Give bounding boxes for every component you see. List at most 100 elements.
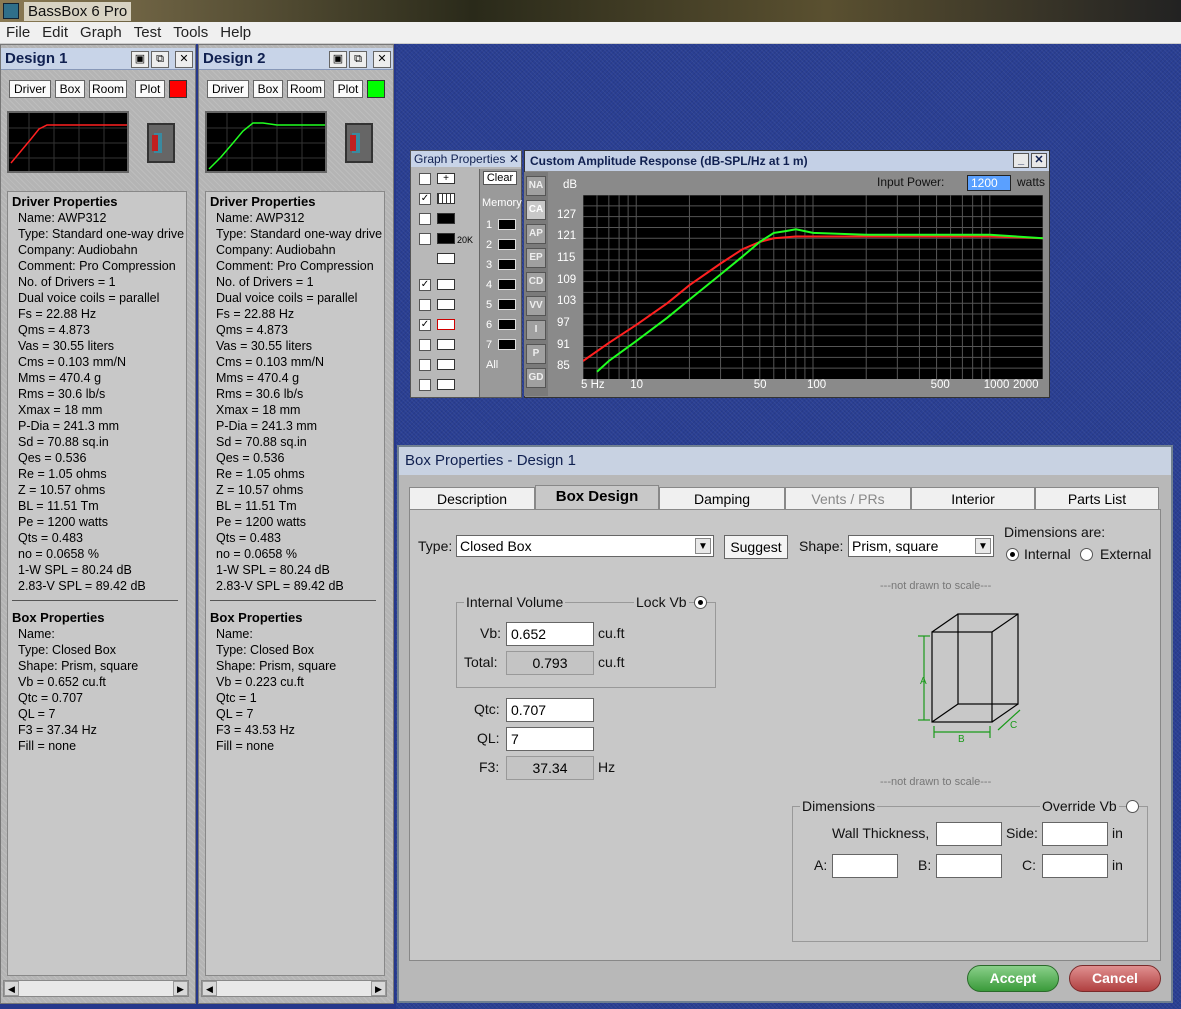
shape-label: Shape: — [799, 538, 844, 554]
crosshair-icon: + — [437, 173, 455, 184]
horizontal-scrollbar[interactable]: ◀ ▶ — [201, 980, 387, 997]
excursion-checkbox[interactable] — [419, 379, 431, 391]
accept-button[interactable]: Accept — [967, 965, 1059, 992]
cancel-button[interactable]: Cancel — [1069, 965, 1161, 992]
qtc-input[interactable]: 0.707 — [506, 698, 594, 722]
tab-description[interactable]: Description — [409, 487, 535, 509]
lock-vb-radio[interactable] — [694, 596, 707, 609]
scroll-left-icon[interactable]: ◀ — [4, 981, 19, 996]
box-tab[interactable]: Box — [253, 80, 283, 98]
impedance-checkbox[interactable] — [419, 359, 431, 371]
car-checkbox[interactable]: ✓ — [419, 319, 431, 331]
copy-icon[interactable]: ⧉ — [349, 51, 367, 68]
tab-box-design[interactable]: Box Design — [535, 485, 659, 511]
y-tick-label: 97 — [557, 316, 570, 329]
spl-checkbox[interactable]: ✓ — [419, 279, 431, 291]
crosshair-checkbox[interactable] — [419, 173, 431, 185]
total-label: Total: — [464, 654, 498, 670]
box-property: Fill = none — [18, 739, 77, 753]
save-icon[interactable]: ▣ — [131, 51, 149, 68]
box-tab[interactable]: Box — [55, 80, 85, 98]
menu-test[interactable]: Test — [128, 22, 168, 44]
minimize-icon[interactable]: _ — [1013, 153, 1029, 168]
tab-interior[interactable]: Interior — [911, 487, 1035, 509]
menu-file[interactable]: File — [0, 22, 36, 44]
close-icon[interactable]: ✕ — [175, 51, 193, 68]
menu-help[interactable]: Help — [214, 22, 257, 44]
memory-slot-4[interactable] — [498, 279, 516, 290]
dimensions-are-label: Dimensions are: — [1004, 524, 1106, 540]
ql-input[interactable]: 7 — [506, 727, 594, 751]
filter-checkbox[interactable] — [419, 339, 431, 351]
memory-all-button[interactable]: All — [486, 359, 498, 371]
plot-color-swatch[interactable] — [367, 80, 385, 98]
box-property: QL = 7 — [18, 707, 56, 721]
tab-parts-list[interactable]: Parts List — [1035, 487, 1159, 509]
input-power-field[interactable]: 1200 — [967, 175, 1011, 191]
plot-tab[interactable]: Plot — [333, 80, 363, 98]
tab-damping[interactable]: Damping — [659, 487, 785, 509]
driver-tab[interactable]: Driver — [9, 80, 51, 98]
memory-slot-7[interactable] — [498, 339, 516, 350]
external-radio[interactable] — [1080, 548, 1093, 561]
plot-tab[interactable]: Plot — [135, 80, 165, 98]
box-checkbox[interactable] — [419, 299, 431, 311]
room-tab[interactable]: Room — [89, 80, 127, 98]
override-vb-radio[interactable] — [1126, 800, 1139, 813]
menu-edit[interactable]: Edit — [36, 22, 74, 44]
room-tab[interactable]: Room — [287, 80, 325, 98]
grid-checkbox[interactable]: ✓ — [419, 193, 431, 205]
a-input[interactable] — [832, 854, 898, 878]
graph-type-ca-button[interactable]: CA — [526, 200, 546, 220]
memory-slot-6[interactable] — [498, 319, 516, 330]
scale-y-checkbox[interactable] — [419, 213, 431, 225]
shape-select[interactable]: Prism, square ▼ — [848, 535, 994, 557]
tab-strip: Description Box Design Damping Vents / P… — [409, 485, 1161, 511]
menu-graph[interactable]: Graph — [74, 22, 128, 44]
design-panel-2: Design 2 ▣ ⧉ ✕ Driver Box Room Plot Driv… — [198, 44, 394, 1004]
c-input[interactable] — [1042, 854, 1108, 878]
speaker-spl-icon — [437, 279, 455, 290]
menu-tools[interactable]: Tools — [167, 22, 214, 44]
suggest-button[interactable]: Suggest — [724, 535, 788, 559]
close-icon[interactable]: ✕ — [373, 51, 391, 68]
tab-vents-prs[interactable]: Vents / PRs — [785, 487, 911, 509]
graph-type-p-button[interactable]: P — [526, 344, 546, 364]
wall-thickness-input[interactable] — [936, 822, 1002, 846]
memory-slot-3[interactable] — [498, 259, 516, 270]
memory-slot-5[interactable] — [498, 299, 516, 310]
graph-type-ap-button[interactable]: AP — [526, 224, 546, 244]
type-value: Closed Box — [460, 538, 532, 554]
b-input[interactable] — [936, 854, 1002, 878]
scroll-left-icon[interactable]: ◀ — [202, 981, 217, 996]
close-icon[interactable]: ✕ — [509, 152, 519, 166]
f3-value: 37.34 — [506, 756, 594, 780]
box-property: Vb = 0.652 cu.ft — [18, 675, 106, 689]
memory-slot-2[interactable] — [498, 239, 516, 250]
graph-type-na-button[interactable]: NA — [526, 176, 546, 196]
plot-color-swatch[interactable] — [169, 80, 187, 98]
scroll-right-icon[interactable]: ▶ — [173, 981, 188, 996]
type-select[interactable]: Closed Box ▼ — [456, 535, 714, 557]
box-property: Shape: Prism, square — [18, 659, 139, 673]
copy-icon[interactable]: ⧉ — [151, 51, 169, 68]
design-header: Design 2 ▣ ⧉ ✕ — [199, 48, 393, 70]
side-input[interactable] — [1042, 822, 1108, 846]
scale-x-checkbox[interactable] — [419, 233, 431, 245]
input-power-unit: watts — [1017, 175, 1046, 189]
graph-type-i-button[interactable]: I — [526, 320, 546, 340]
graph-type-gd-button[interactable]: GD — [526, 368, 546, 388]
clear-button[interactable]: Clear — [483, 171, 517, 185]
close-icon[interactable]: ✕ — [1031, 153, 1047, 168]
save-icon[interactable]: ▣ — [329, 51, 347, 68]
memory-slot-1[interactable] — [498, 219, 516, 230]
vb-input[interactable]: 0.652 — [506, 622, 594, 646]
graph-type-vv-button[interactable]: VV — [526, 296, 546, 316]
x-tick-label: 2000 — [1013, 379, 1039, 391]
graph-type-ep-button[interactable]: EP — [526, 248, 546, 268]
internal-radio[interactable] — [1006, 548, 1019, 561]
horizontal-scrollbar[interactable]: ◀ ▶ — [3, 980, 189, 997]
graph-type-cd-button[interactable]: CD — [526, 272, 546, 292]
scroll-right-icon[interactable]: ▶ — [371, 981, 386, 996]
driver-tab[interactable]: Driver — [207, 80, 249, 98]
